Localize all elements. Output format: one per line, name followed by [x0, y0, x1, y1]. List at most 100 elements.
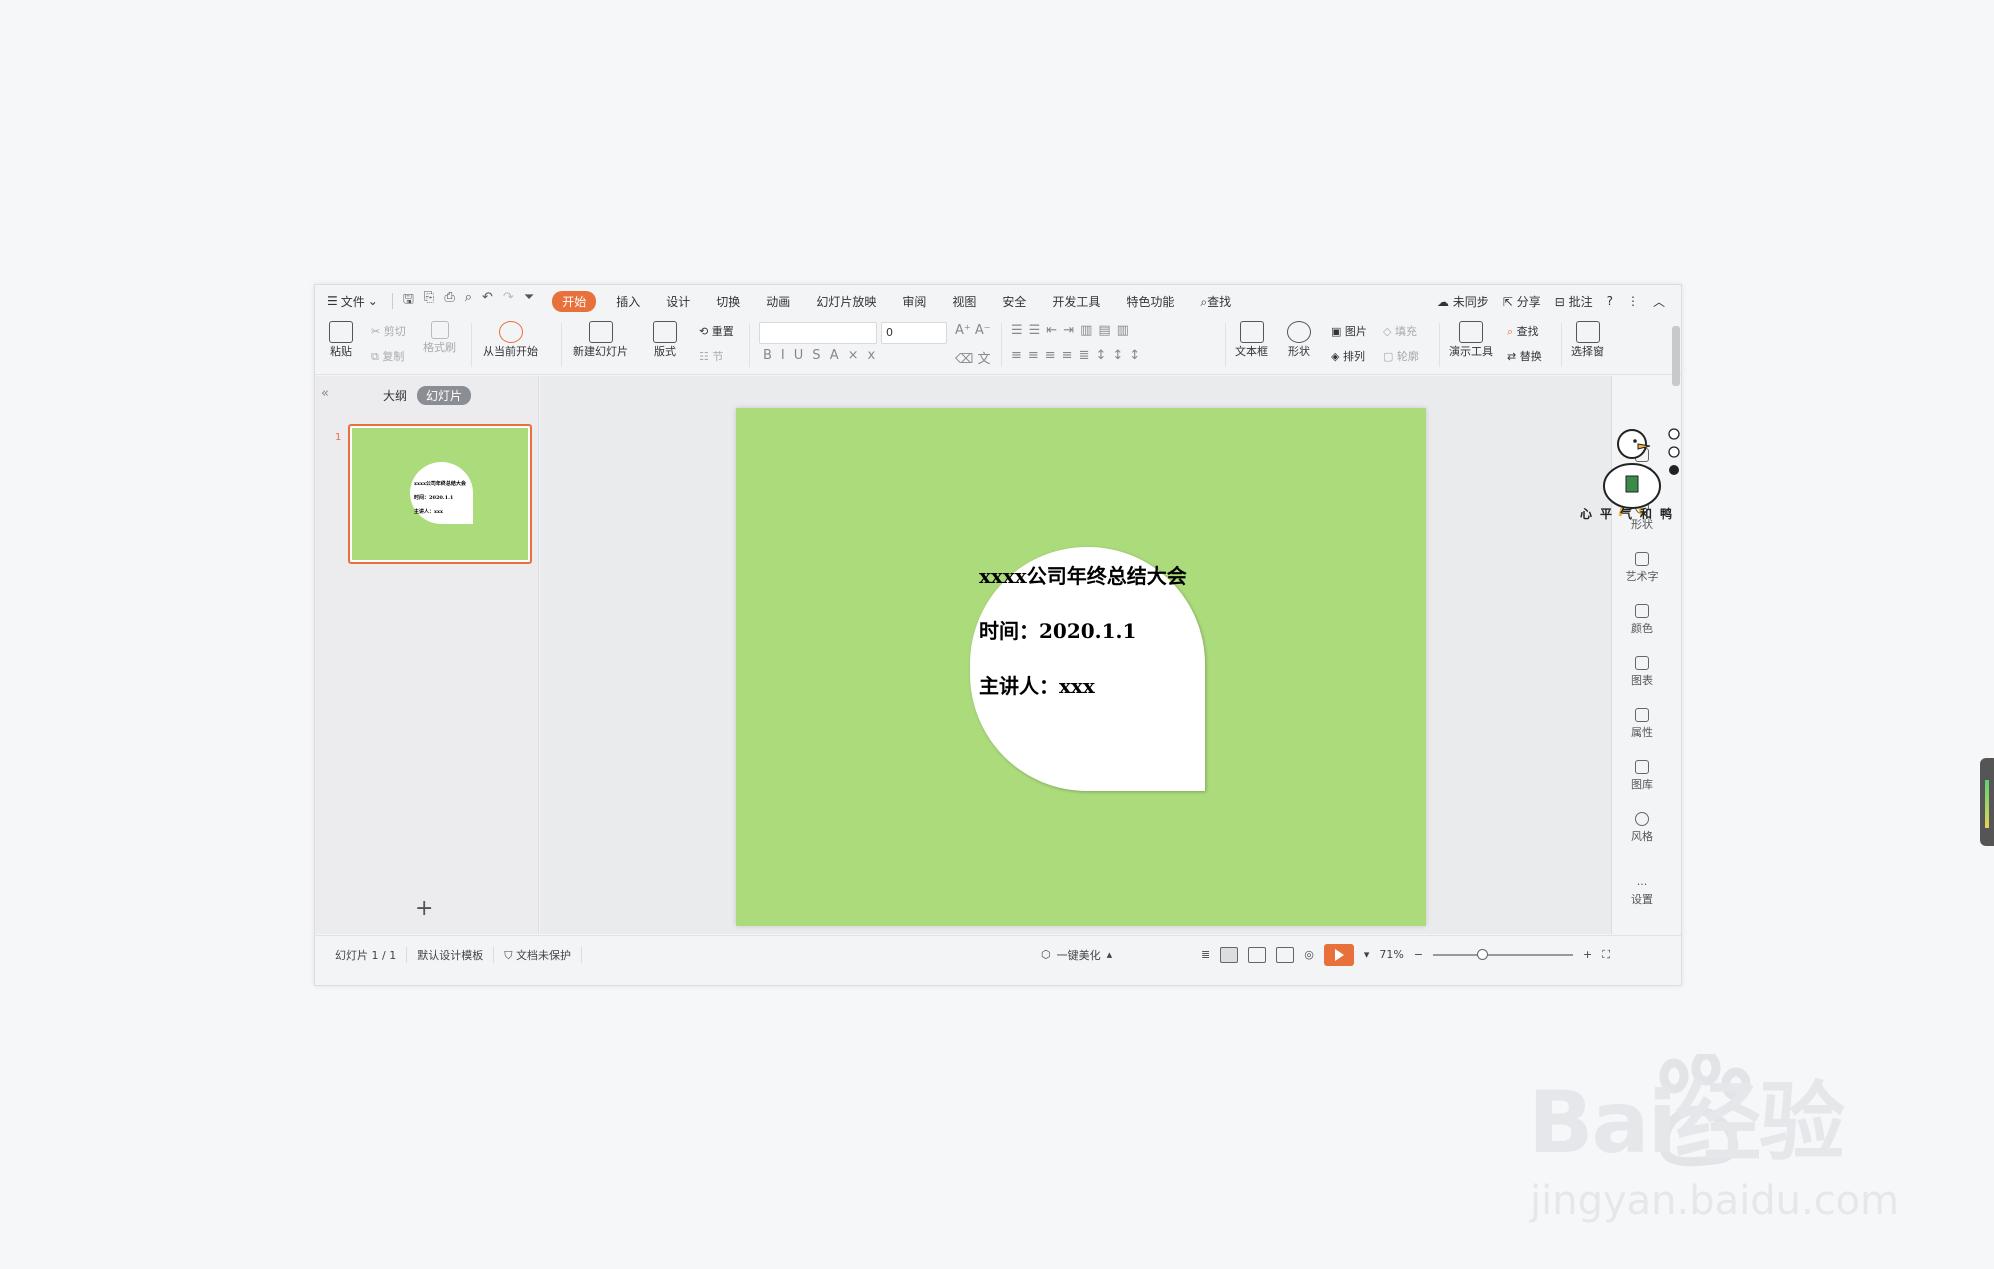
- font-size-combo[interactable]: 0: [881, 322, 947, 344]
- pane-item-style[interactable]: 风格: [1612, 812, 1672, 844]
- status-bar: 幻灯片 1 / 1 默认设计模板 ⛉ 文档未保护 ⬡ 一键美化 ▴ ≣ ◎ ▾ …: [315, 935, 1681, 973]
- font-name-combo[interactable]: [759, 322, 877, 344]
- tab-review[interactable]: 审阅: [902, 293, 926, 310]
- section-button[interactable]: ☷ 节: [699, 348, 723, 364]
- pane-item-label: 艺术字: [1625, 570, 1659, 583]
- save-icon[interactable]: 🖫: [403, 290, 414, 312]
- tab-security[interactable]: 安全: [1002, 293, 1026, 310]
- slide-speaker[interactable]: 主讲人：xxx: [979, 670, 1095, 699]
- zoom-level[interactable]: 71%: [1379, 948, 1403, 961]
- slide-navigator-panel: « 大纲 幻灯片 1 xxxx公司年终总结大会 时间：2020.1.1 主讲人：…: [315, 376, 539, 934]
- zoom-slider-handle[interactable]: [1477, 948, 1489, 960]
- arrange-button[interactable]: ◈ 排列: [1331, 348, 1365, 364]
- tab-transition[interactable]: 切换: [716, 293, 740, 310]
- beautify-button[interactable]: ⬡ 一键美化 ▴: [1041, 947, 1112, 963]
- zoom-slider[interactable]: [1433, 948, 1574, 960]
- textbox-button[interactable]: 文本框: [1235, 321, 1268, 359]
- redo-icon[interactable]: ↷: [503, 290, 514, 312]
- design-template[interactable]: 默认设计模板: [407, 946, 495, 963]
- pane-item-wordart[interactable]: 艺术字: [1612, 552, 1672, 584]
- outline-button[interactable]: ▢ 轮廓: [1383, 348, 1419, 364]
- paste-button[interactable]: 粘贴: [327, 321, 355, 359]
- hamburger-icon: ☰: [327, 294, 338, 308]
- normal-view-icon[interactable]: [1220, 946, 1239, 963]
- search-command[interactable]: ⌕查找: [1200, 293, 1231, 310]
- help-button[interactable]: ?: [1607, 294, 1613, 308]
- print-preview-icon[interactable]: ⌕: [465, 290, 472, 312]
- new-slide-button[interactable]: 新建幻灯片: [573, 321, 628, 359]
- tab-design[interactable]: 设计: [666, 293, 690, 310]
- tab-home[interactable]: 开始: [552, 290, 597, 312]
- current-slide[interactable]: xxxx公司年终总结大会 时间：2020.1.1 主讲人：xxx: [736, 408, 1426, 926]
- comment-button[interactable]: ⊟ 批注: [1555, 293, 1593, 310]
- fit-window-icon[interactable]: ⛶: [1602, 948, 1610, 962]
- pane-item-label: 风格: [1631, 830, 1653, 843]
- clear-format-icon[interactable]: ⌫ 文: [955, 348, 991, 367]
- copy-button[interactable]: ⧉ 复制: [371, 348, 404, 364]
- zoom-in-icon[interactable]: +: [1583, 948, 1592, 961]
- collapse-panel-icon[interactable]: «: [321, 386, 329, 401]
- format-painter-button[interactable]: 格式刷: [423, 321, 456, 355]
- play-from-current-button[interactable]: 从当前开始: [483, 321, 538, 359]
- shape-button[interactable]: 形状: [1287, 321, 1311, 359]
- find-button[interactable]: ⌕ 查找: [1507, 323, 1539, 339]
- mascot-caption: 心平气和鸭: [1580, 507, 1681, 521]
- tab-animation[interactable]: 动画: [766, 293, 790, 310]
- file-menu[interactable]: ☰ 文件 ⌄: [327, 293, 378, 310]
- add-slide-icon[interactable]: +: [415, 898, 433, 920]
- pane-item-color[interactable]: 颜色: [1612, 604, 1672, 636]
- tab-special[interactable]: 特色功能: [1126, 293, 1174, 310]
- play-slideshow-button[interactable]: [1323, 943, 1354, 966]
- undo-icon[interactable]: ↶: [482, 290, 493, 312]
- paragraph-buttons-row2[interactable]: ≡≡≡≡≣↕↕↕: [1011, 348, 1146, 363]
- file-menu-label: 文件: [340, 294, 365, 309]
- chart-icon: [1635, 656, 1649, 670]
- outline-label: 轮廓: [1396, 350, 1419, 363]
- font-grow-shrink[interactable]: A⁺ A⁻: [955, 323, 991, 338]
- zoom-out-icon[interactable]: −: [1414, 948, 1423, 961]
- pane-scrollbar[interactable]: [1672, 326, 1680, 386]
- chevron-down-icon[interactable]: ▾: [1364, 948, 1370, 961]
- reset-button[interactable]: ⟲ 重置: [699, 323, 734, 339]
- copy-label: 复制: [382, 350, 405, 363]
- sync-button[interactable]: ☁ 未同步: [1437, 293, 1489, 310]
- selection-pane-button[interactable]: 选择窗: [1571, 321, 1604, 359]
- tab-outline[interactable]: 大纲: [383, 387, 407, 404]
- reading-view-icon[interactable]: [1276, 946, 1295, 963]
- slide-title[interactable]: xxxx公司年终总结大会: [979, 560, 1187, 589]
- more-icon[interactable]: ⋮: [1627, 294, 1639, 308]
- presentation-tools-button[interactable]: 演示工具: [1449, 321, 1493, 359]
- print-icon[interactable]: ⎙: [444, 290, 454, 312]
- floating-side-widget[interactable]: [1980, 758, 1994, 846]
- notes-icon[interactable]: ≣: [1201, 948, 1210, 961]
- ribbon-divider: [1561, 323, 1562, 367]
- font-style-buttons[interactable]: BIUSA×x: [763, 348, 884, 363]
- pane-item-chart[interactable]: 图表: [1612, 656, 1672, 688]
- document-protection[interactable]: ⛉ 文档未保护: [494, 946, 582, 963]
- pane-item-settings[interactable]: ··· 设置: [1612, 878, 1672, 907]
- customize-icon[interactable]: ⏷: [524, 290, 534, 312]
- slide-thumbnail[interactable]: xxxx公司年终总结大会 时间：2020.1.1 主讲人：xxx: [348, 424, 532, 564]
- share-icon: ⇱: [1502, 294, 1513, 309]
- fill-button[interactable]: ◇ 填充: [1383, 323, 1417, 339]
- picture-button[interactable]: ▣ 图片: [1331, 323, 1367, 339]
- tab-view[interactable]: 视图: [952, 293, 976, 310]
- replace-button[interactable]: ⇄ 替换: [1507, 348, 1542, 364]
- tab-slideshow[interactable]: 幻灯片放映: [816, 293, 876, 310]
- export-icon[interactable]: ⎘: [424, 290, 434, 312]
- cut-button[interactable]: ✂ 剪切: [371, 323, 406, 339]
- tab-slides[interactable]: 幻灯片: [417, 386, 472, 405]
- ribbon-divider: [749, 323, 750, 367]
- slide-time[interactable]: 时间：2020.1.1: [979, 615, 1136, 644]
- tab-developer[interactable]: 开发工具: [1052, 293, 1100, 310]
- share-button[interactable]: ⇱ 分享: [1503, 293, 1541, 310]
- selection-pane-label: 选择窗: [1571, 345, 1604, 358]
- tab-insert[interactable]: 插入: [616, 293, 640, 310]
- collapse-ribbon-icon[interactable]: ︿: [1653, 293, 1665, 310]
- paragraph-buttons-row1[interactable]: ☰☰⇤⇥▥▤▥: [1011, 323, 1135, 338]
- layout-button[interactable]: 版式: [653, 321, 677, 359]
- presenter-view-icon[interactable]: ◎: [1304, 948, 1314, 961]
- slide-sorter-icon[interactable]: [1248, 946, 1267, 963]
- pane-item-gallery[interactable]: 图库: [1612, 760, 1672, 792]
- pane-item-properties[interactable]: 属性: [1612, 708, 1672, 740]
